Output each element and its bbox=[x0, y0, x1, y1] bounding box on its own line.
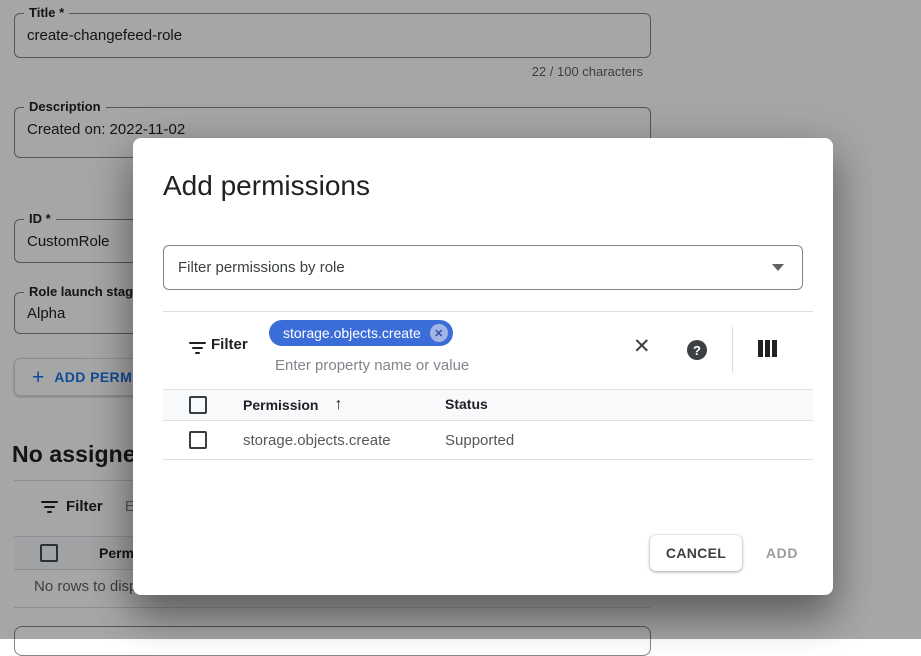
select-all-checkbox[interactable] bbox=[189, 396, 207, 414]
status-column-header[interactable]: Status bbox=[445, 396, 813, 414]
status-cell: Supported bbox=[445, 432, 813, 449]
filter-chip[interactable]: storage.objects.create ✕ bbox=[269, 320, 453, 346]
permission-column-header[interactable]: Permission ↑ bbox=[243, 396, 445, 414]
table-header-row: Permission ↑ Status bbox=[163, 389, 813, 421]
column-display-options-icon[interactable] bbox=[758, 340, 777, 357]
permission-cell: storage.objects.create bbox=[243, 432, 445, 449]
dropdown-placeholder: Filter permissions by role bbox=[178, 259, 772, 276]
row-checkbox[interactable] bbox=[189, 431, 207, 449]
header-checkbox-cell bbox=[163, 396, 243, 414]
chip-remove-icon[interactable]: ✕ bbox=[430, 324, 448, 342]
filter-permissions-by-role-dropdown[interactable]: Filter permissions by role bbox=[163, 245, 803, 290]
clear-filters-icon[interactable]: ✕ bbox=[633, 336, 651, 357]
filter-icon bbox=[188, 342, 206, 354]
filter-label: Filter bbox=[211, 336, 248, 353]
add-button[interactable]: ADD bbox=[753, 535, 811, 571]
permissions-filter-toolbar: Filter storage.objects.create ✕ Enter pr… bbox=[163, 311, 813, 389]
sort-ascending-icon[interactable]: ↑ bbox=[334, 396, 342, 414]
filter-chip-label: storage.objects.create bbox=[283, 325, 421, 341]
help-icon[interactable]: ? bbox=[687, 340, 707, 360]
row-checkbox-cell bbox=[163, 431, 243, 449]
dialog-title: Add permissions bbox=[163, 170, 370, 202]
add-permissions-dialog: Add permissions Filter permissions by ro… bbox=[133, 138, 833, 595]
dropdown-arrow-icon bbox=[772, 264, 784, 271]
filter-input-placeholder[interactable]: Enter property name or value bbox=[275, 357, 469, 374]
divider bbox=[732, 327, 733, 373]
cancel-button[interactable]: CANCEL bbox=[650, 535, 742, 571]
permissions-table: Permission ↑ Status storage.objects.crea… bbox=[163, 389, 813, 460]
table-row[interactable]: storage.objects.create Supported bbox=[163, 421, 813, 460]
